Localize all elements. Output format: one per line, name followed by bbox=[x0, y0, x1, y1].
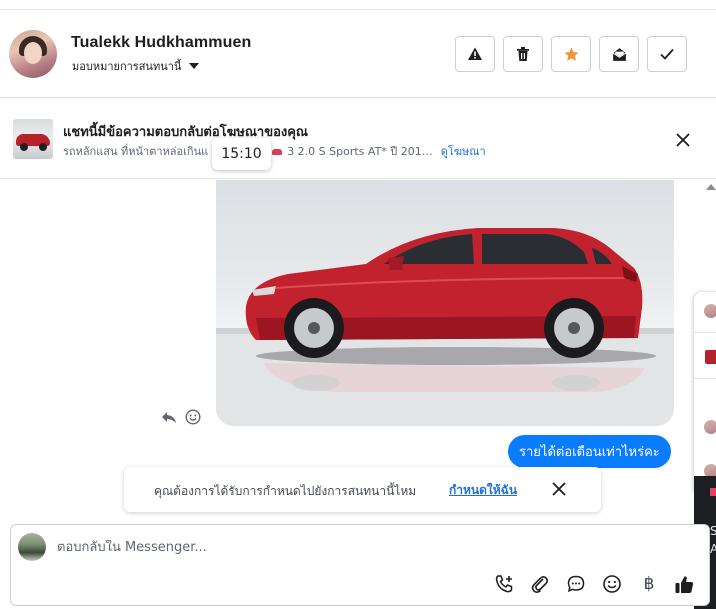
conversation-header: Tualekk Hudkhammuen มอบหมายการสนทนานี้ bbox=[0, 10, 716, 98]
assign-dropdown[interactable]: มอบหมายการสนทนานี้ bbox=[72, 57, 200, 75]
ad-reply-banner: แชทนี้มีข้อความตอบกลับต่อโฆษณาของคุณ รถห… bbox=[0, 99, 716, 179]
thumb-wheel bbox=[20, 143, 28, 151]
assign-prompt-toast: คุณต้องการได้รับการกำหนดไปยังการสนทนานี้… bbox=[124, 467, 601, 512]
mark-unread-button[interactable] bbox=[599, 36, 639, 72]
close-icon[interactable] bbox=[674, 131, 692, 149]
attachment-button[interactable] bbox=[529, 573, 551, 595]
peek-car-thumbnail bbox=[705, 350, 716, 364]
banner-title: แชทนี้มีข้อความตอบกลับต่อโฆษณาของคุณ bbox=[63, 125, 308, 140]
timestamp-tooltip: 15:10 bbox=[212, 138, 271, 170]
peek-divider bbox=[694, 332, 716, 333]
car-illustration bbox=[216, 228, 674, 426]
delete-button[interactable] bbox=[503, 36, 543, 72]
peek-avatar bbox=[704, 304, 716, 318]
reply-composer: ฿ bbox=[10, 524, 710, 606]
dark-panel-text: S bbox=[710, 524, 716, 538]
ad-text-mid: 3 2.0 S Sports AT* ปี 201… bbox=[272, 145, 433, 158]
assign-label: มอบหมายการสนทนานี้ bbox=[72, 60, 182, 73]
open-envelope-icon bbox=[612, 47, 626, 61]
page-avatar bbox=[18, 533, 46, 561]
thumb-wheel bbox=[39, 143, 47, 151]
reply-icon[interactable] bbox=[161, 409, 177, 425]
car-image-message[interactable] bbox=[216, 180, 674, 426]
car-emoji-icon bbox=[272, 149, 283, 155]
ad-text-start: รถหลักแสน ที่หน้าตาหล่อเกินแ bbox=[63, 145, 209, 158]
scroll-up-arrow-icon[interactable] bbox=[706, 184, 716, 190]
peek-divider bbox=[694, 378, 716, 379]
report-button[interactable] bbox=[455, 36, 495, 72]
trash-icon bbox=[517, 47, 529, 61]
paperclip-icon bbox=[531, 576, 549, 593]
reply-input[interactable] bbox=[57, 540, 657, 555]
assign-to-me-link[interactable]: กำหนดให้ฉัน bbox=[449, 481, 517, 500]
ad-text-end: 3 2.0 S Sports AT* ปี 201… bbox=[287, 145, 433, 158]
contact-avatar[interactable] bbox=[9, 30, 57, 78]
reaction-smiley-icon[interactable] bbox=[185, 409, 201, 425]
close-icon[interactable] bbox=[551, 481, 567, 497]
contact-name[interactable]: Tualekk Hudkhammuen bbox=[71, 34, 251, 52]
baht-icon: ฿ bbox=[643, 574, 655, 594]
chat-bubble-icon bbox=[567, 575, 585, 593]
call-add-button[interactable] bbox=[493, 573, 515, 595]
avatar-face bbox=[24, 42, 42, 64]
mark-done-button[interactable] bbox=[647, 36, 687, 72]
baht-payment-button[interactable]: ฿ bbox=[638, 573, 660, 595]
thumbs-up-icon bbox=[675, 575, 693, 593]
like-button[interactable] bbox=[673, 573, 695, 595]
peek-avatar bbox=[704, 420, 716, 434]
chevron-down-icon bbox=[189, 63, 200, 69]
star-button[interactable] bbox=[551, 36, 591, 72]
outgoing-message-bubble[interactable]: รายได้ต่อเดือนเท่าไหร่คะ bbox=[508, 435, 671, 468]
emoji-button[interactable] bbox=[601, 573, 623, 595]
star-icon bbox=[563, 46, 579, 61]
red-badge-icon bbox=[710, 488, 716, 496]
emoji-icon bbox=[603, 575, 621, 593]
phone-plus-icon bbox=[495, 575, 513, 593]
warning-icon bbox=[468, 47, 482, 60]
view-ad-link[interactable]: ดูโฆษณา bbox=[441, 145, 486, 158]
banner-subtitle: รถหลักแสน ที่หน้าตาหล่อเกินแ 3 2.0 S Spor… bbox=[63, 142, 486, 160]
side-panel-peek[interactable] bbox=[694, 292, 716, 492]
check-icon bbox=[660, 48, 674, 60]
assign-prompt-text: คุณต้องการได้รับการกำหนดไปยังการสนทนานี้… bbox=[154, 484, 417, 498]
ad-thumbnail[interactable] bbox=[13, 119, 53, 159]
dark-panel-text: A bbox=[710, 542, 716, 556]
inbox-conversation: Tualekk Hudkhammuen มอบหมายการสนทนานี้ แ… bbox=[0, 0, 716, 609]
saved-reply-button[interactable] bbox=[565, 573, 587, 595]
